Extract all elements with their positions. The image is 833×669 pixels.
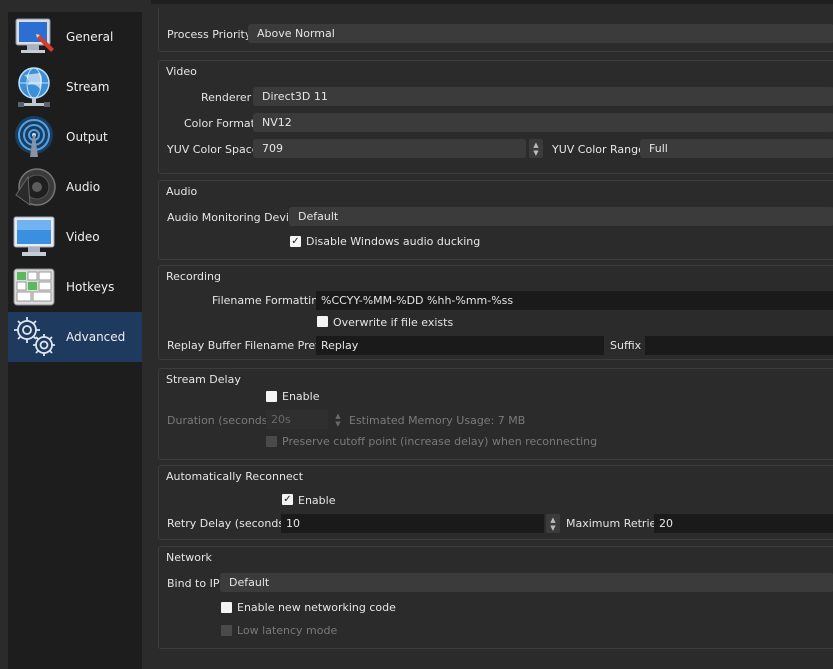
audio-monitoring-select[interactable]: Default <box>289 207 833 226</box>
process-priority-select[interactable]: Above Normal <box>248 24 833 43</box>
sidebar-item-hotkeys[interactable]: Hotkeys <box>8 262 142 312</box>
group-general: Process Priority Above Normal <box>158 8 833 52</box>
bind-ip-label: Bind to IP <box>167 577 220 590</box>
sidebar-item-label: General <box>66 30 114 44</box>
filename-formatting-label: Filename Formatting <box>212 294 326 307</box>
renderer-label: Renderer <box>201 91 252 104</box>
color-format-label: Color Format <box>184 117 255 130</box>
ducking-checkbox[interactable]: ✓ <box>290 236 301 247</box>
overwrite-label: Overwrite if file exists <box>333 316 454 329</box>
suffix-label: Suffix <box>610 339 642 352</box>
monitor-icon <box>13 216 55 256</box>
sidebar-item-stream[interactable]: Stream <box>8 62 142 112</box>
group-title-network: Network <box>166 551 212 564</box>
speaker-icon <box>15 168 56 207</box>
sidebar-item-label: Stream <box>66 80 110 94</box>
duration-spinner[interactable]: ▲ ▼ <box>331 410 345 429</box>
sidebar-item-label: Output <box>66 130 108 144</box>
yuv-color-space-select[interactable]: 709 <box>253 139 526 158</box>
color-format-select[interactable]: NV12 <box>253 113 833 132</box>
replay-prefix-input[interactable]: Replay <box>316 336 604 355</box>
filename-formatting-input[interactable]: %CCYY-%MM-%DD %hh-%mm-%ss <box>316 291 833 310</box>
settings-category-list: General Stream Output Audio Video Hotkey… <box>8 12 142 669</box>
group-title-recording: Recording <box>166 270 222 283</box>
retry-delay-input[interactable]: 10 <box>281 514 544 533</box>
preserve-cutoff-label: Preserve cutoff point (increase delay) w… <box>282 435 598 448</box>
settings-sidebar: General Stream Output Audio Video Hotkey… <box>0 0 143 669</box>
bind-ip-select[interactable]: Default <box>220 573 833 592</box>
sidebar-item-video[interactable]: Video <box>8 212 142 262</box>
renderer-select[interactable]: Direct3D 11 <box>253 87 833 106</box>
yuv-color-space-label: YUV Color Space <box>167 143 259 156</box>
max-retries-label: Maximum Retries <box>566 517 663 530</box>
replay-prefix-label: Replay Buffer Filename Prefix <box>167 339 329 352</box>
reconnect-enable-label: Enable <box>298 494 336 507</box>
stream-delay-enable-checkbox[interactable] <box>266 391 277 402</box>
sidebar-item-label: Audio <box>66 180 101 194</box>
low-latency-label: Low latency mode <box>237 624 338 637</box>
gears-icon <box>14 317 55 356</box>
sidebar-item-label: Advanced <box>66 330 126 344</box>
group-video: Video Renderer Direct3D 11 Color Format … <box>158 60 833 174</box>
preserve-cutoff-checkbox[interactable] <box>266 436 277 447</box>
retry-delay-label: Retry Delay (seconds) <box>167 517 289 530</box>
group-title-stream-delay: Stream Delay <box>166 373 241 386</box>
sidebar-item-label: Hotkeys <box>66 280 115 294</box>
settings-content: Process Priority Above Normal Video Rend… <box>143 0 833 669</box>
ducking-label: Disable Windows audio ducking <box>306 235 481 248</box>
max-retries-input[interactable]: 20 <box>654 514 833 533</box>
keyboard-icon <box>13 268 55 306</box>
group-title-audio: Audio <box>166 185 198 198</box>
group-auto-reconnect: Automatically Reconnect ✓ Enable Retry D… <box>158 465 833 540</box>
duration-input[interactable]: 20s <box>266 410 328 429</box>
stream-delay-enable-label: Enable <box>282 390 320 403</box>
duration-label: Duration (seconds) <box>167 414 272 427</box>
group-recording: Recording Filename Formatting %CCYY-%MM-… <box>158 265 833 360</box>
monitor-pencil-icon <box>15 18 54 53</box>
estimated-memory-label: Estimated Memory Usage: 7 MB <box>349 414 526 427</box>
group-title-auto-reconnect: Automatically Reconnect <box>166 470 304 483</box>
sidebar-item-audio[interactable]: Audio <box>8 162 142 212</box>
audio-monitoring-label: Audio Monitoring Device <box>167 211 302 224</box>
yuv-color-range-select[interactable]: Full <box>640 139 833 158</box>
process-priority-label: Process Priority <box>167 28 252 41</box>
retry-delay-spinner[interactable]: ▲ ▼ <box>546 514 560 533</box>
yuv-space-spinner[interactable]: ▲ ▼ <box>529 139 543 158</box>
group-stream-delay: Stream Delay Enable Duration (seconds) 2… <box>158 368 833 460</box>
group-audio: Audio Audio Monitoring Device Default ✓ … <box>158 180 833 260</box>
broadcast-antenna-icon <box>15 116 53 157</box>
sidebar-item-advanced[interactable]: Advanced <box>8 312 142 362</box>
sidebar-item-label: Video <box>66 230 100 244</box>
globe-network-icon <box>18 67 50 107</box>
group-title-video: Video <box>166 65 197 78</box>
new-networking-label: Enable new networking code <box>237 601 396 614</box>
new-networking-checkbox[interactable] <box>221 602 232 613</box>
yuv-color-range-label: YUV Color Range <box>552 143 645 156</box>
sidebar-item-output[interactable]: Output <box>8 112 142 162</box>
overwrite-checkbox[interactable] <box>317 316 328 327</box>
low-latency-checkbox[interactable] <box>221 625 232 636</box>
reconnect-enable-checkbox[interactable]: ✓ <box>282 494 293 505</box>
sidebar-item-general[interactable]: General <box>8 12 142 62</box>
suffix-input[interactable] <box>645 336 833 355</box>
group-network: Network Bind to IP Default Enable new ne… <box>158 546 833 649</box>
